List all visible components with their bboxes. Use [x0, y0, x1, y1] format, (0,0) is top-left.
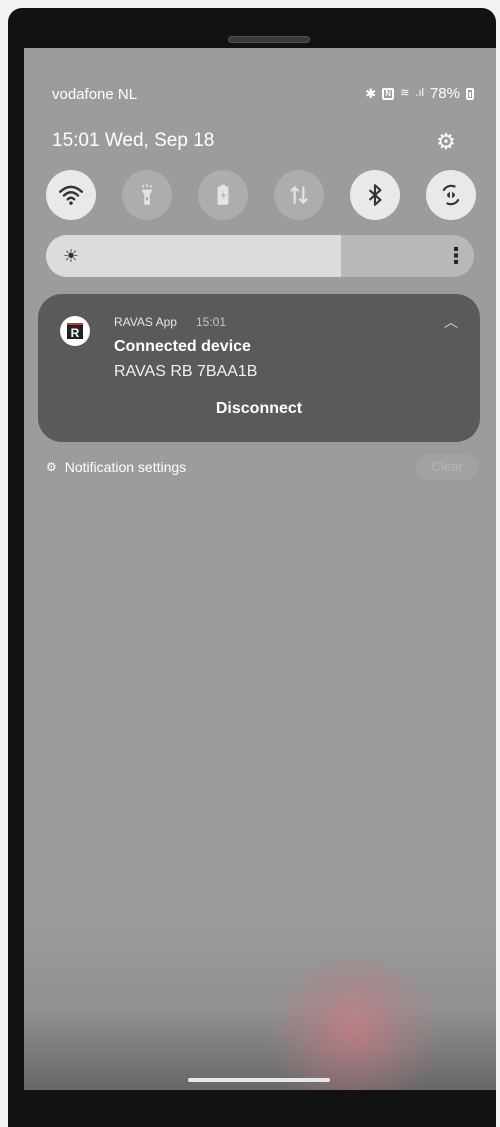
- flashlight-icon: [141, 184, 153, 205]
- rotate-icon: [442, 184, 460, 206]
- carrier-name: vodafone NL: [52, 86, 138, 103]
- settings-gear-icon[interactable]: ⚙: [432, 128, 460, 156]
- ravas-logo-icon: R: [67, 323, 83, 340]
- more-options-icon[interactable]: ⋮: [444, 235, 468, 277]
- bluetooth-icon: ✱: [365, 86, 377, 101]
- mobile-data-icon: [290, 185, 308, 205]
- notification-time: 15:01: [196, 315, 227, 329]
- notification-title: Connected device: [114, 338, 251, 355]
- battery-saver-icon: [217, 184, 229, 205]
- wifi-calling-icon: ≋: [400, 87, 410, 99]
- wifi-toggle[interactable]: [46, 170, 96, 220]
- date-time: 15:01 Wed, Sep 18: [52, 130, 215, 151]
- nfc-icon: N: [382, 87, 395, 100]
- brightness-level: [46, 235, 341, 277]
- chevron-up-icon[interactable]: ︿: [444, 312, 458, 332]
- gear-icon: ⚙: [46, 460, 57, 474]
- home-indicator[interactable]: [188, 1078, 330, 1082]
- notification-card[interactable]: R RAVAS App 15:01 ︿ Connected device RAV…: [38, 294, 480, 442]
- mobile-data-toggle[interactable]: [274, 170, 324, 220]
- sun-icon: ☀: [62, 246, 80, 266]
- speaker-grille: [228, 36, 310, 43]
- notification-body: RAVAS RB 7BAA1B: [114, 363, 258, 380]
- wifi-icon: [58, 185, 84, 205]
- bluetooth-icon: [368, 184, 382, 206]
- app-name: RAVAS App: [114, 315, 177, 329]
- app-icon: R: [60, 316, 90, 346]
- bottom-bezel: [8, 1090, 496, 1127]
- battery-percentage: 78%: [429, 85, 460, 102]
- brightness-slider[interactable]: ☀ ⋮: [46, 235, 474, 277]
- notification-settings-label: Notification settings: [64, 459, 187, 475]
- disconnect-button[interactable]: Disconnect: [38, 400, 480, 418]
- clear-button[interactable]: Clear: [416, 454, 478, 480]
- flashlight-toggle[interactable]: [122, 170, 172, 220]
- power-saving-toggle[interactable]: [198, 170, 248, 220]
- signal-icon: .ıl: [415, 87, 424, 99]
- battery-icon: [466, 87, 474, 100]
- notification-shade: vodafone NL ✱ N ≋ .ıl 78% 15:01 Wed, Sep…: [24, 48, 496, 1090]
- status-icons: ✱ N ≋ .ıl 78%: [365, 85, 474, 102]
- bluetooth-toggle[interactable]: [350, 170, 400, 220]
- quick-settings-row: [46, 170, 476, 220]
- auto-rotate-toggle[interactable]: [426, 170, 476, 220]
- notification-settings-button[interactable]: ⚙ Notification settings: [46, 459, 186, 475]
